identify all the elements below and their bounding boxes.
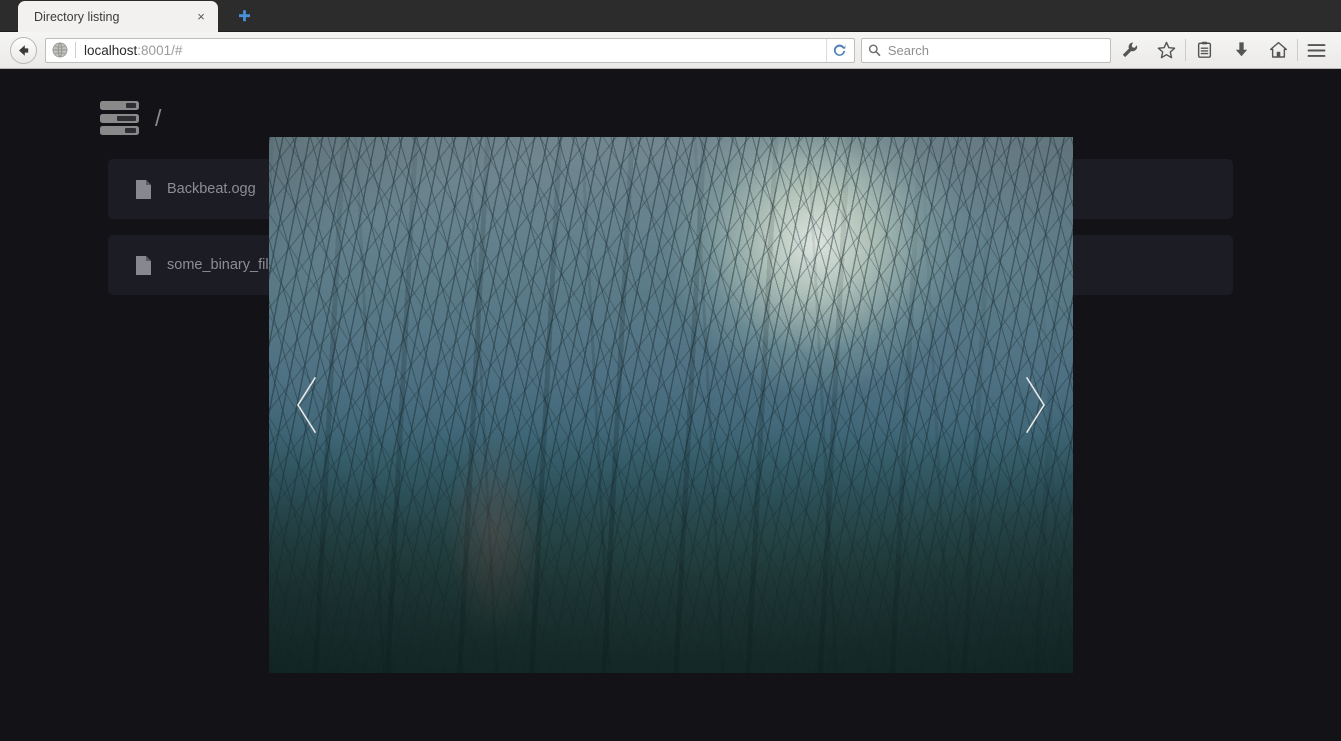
file-icon xyxy=(136,255,151,275)
file-icon xyxy=(136,179,151,199)
list-item-label: Backbeat.ogg xyxy=(167,181,256,197)
star-icon xyxy=(1157,41,1176,58)
chevron-right-icon xyxy=(1025,376,1045,434)
new-tab-button[interactable] xyxy=(232,4,256,28)
reload-button[interactable] xyxy=(826,38,852,62)
back-arrow-icon xyxy=(19,44,29,56)
home-icon xyxy=(1269,41,1288,58)
logo-bar-2 xyxy=(100,113,139,123)
url-bar[interactable]: localhost:8001/# xyxy=(45,37,855,63)
search-icon xyxy=(868,44,881,56)
wrench-icon xyxy=(1122,42,1137,58)
hamburger-menu-icon xyxy=(1307,43,1326,57)
lightbox-overlay[interactable] xyxy=(269,137,1073,673)
navigation-toolbar: localhost:8001/# xyxy=(0,32,1341,69)
list-item-label: some_binary_file xyxy=(167,257,277,273)
directory-listing-page: / Backbeat.ogg index_files/ xyxy=(0,70,1341,741)
globe-favicon-icon xyxy=(52,42,68,58)
server-stack-logo xyxy=(100,98,139,138)
browser-window: Directory listing × localhost:8001/# Sea… xyxy=(0,0,1341,741)
reload-icon xyxy=(833,43,846,56)
app-menu-button[interactable] xyxy=(1298,35,1335,65)
tab-strip: Directory listing × xyxy=(0,0,1341,32)
url-host: localhost xyxy=(84,42,138,58)
previous-image-button[interactable] xyxy=(287,368,327,442)
search-input[interactable] xyxy=(887,42,1104,58)
logo-bar-1 xyxy=(100,101,139,110)
list-item-primary: Backbeat.ogg xyxy=(136,179,256,199)
lightbox-photo xyxy=(269,137,1073,673)
url-separator xyxy=(75,42,76,58)
developer-tools-button[interactable] xyxy=(1111,35,1148,65)
list-item-primary: some_binary_file xyxy=(136,255,277,275)
tab-title: Directory listing xyxy=(34,9,120,24)
breadcrumb[interactable]: / xyxy=(155,105,162,132)
chevron-left-icon xyxy=(297,376,317,434)
url-path: :8001/# xyxy=(137,42,183,58)
bookmark-button[interactable] xyxy=(1148,35,1185,65)
url-text: localhost:8001/# xyxy=(84,43,826,58)
close-icon[interactable]: × xyxy=(192,8,210,26)
logo-bar-3 xyxy=(100,126,139,135)
download-icon xyxy=(1235,42,1248,57)
photo-light-leak xyxy=(269,137,1073,673)
reader-list-icon xyxy=(1197,41,1212,58)
back-button[interactable] xyxy=(10,36,37,64)
downloads-button[interactable] xyxy=(1223,35,1260,65)
next-image-button[interactable] xyxy=(1015,368,1055,442)
reader-list-button[interactable] xyxy=(1186,35,1223,65)
page-header: / xyxy=(0,70,1341,138)
plus-icon xyxy=(238,9,250,21)
search-bar[interactable] xyxy=(861,37,1111,63)
browser-tools xyxy=(1111,35,1335,65)
tab-directory-listing[interactable]: Directory listing × xyxy=(18,1,218,32)
home-button[interactable] xyxy=(1260,35,1297,65)
